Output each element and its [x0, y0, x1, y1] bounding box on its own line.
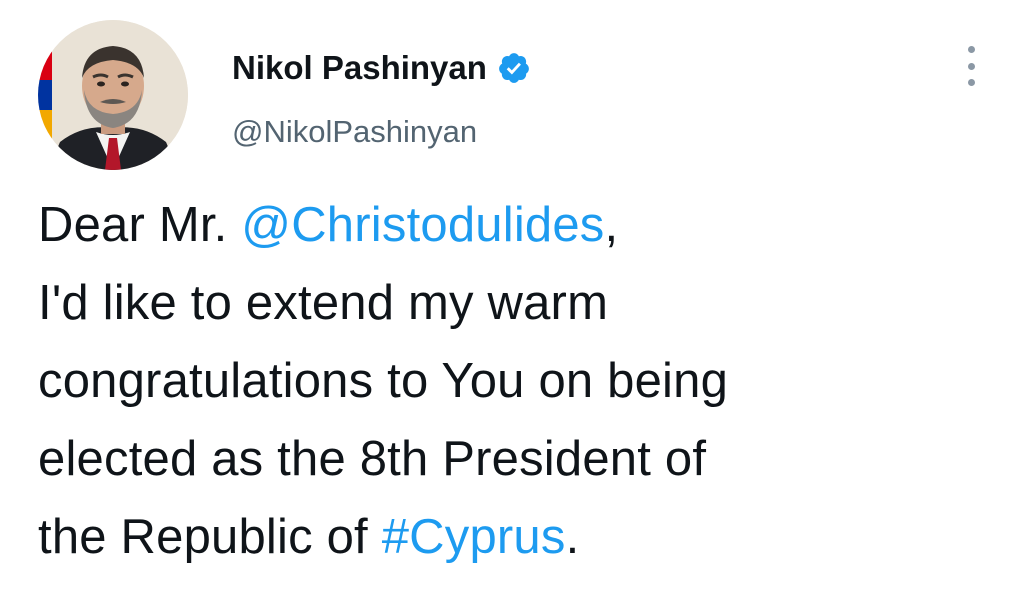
author-handle[interactable]: @NikolPashinyan [232, 114, 531, 150]
name-row: Nikol Pashinyan [232, 48, 531, 88]
more-dot [967, 46, 975, 53]
more-dot [967, 79, 975, 86]
tweet-text-segment: the Republic of [38, 510, 382, 564]
tweet-line-3: congratulations to You on being [38, 354, 729, 408]
tweet-line-4: elected as the 8th President of [38, 432, 707, 486]
tweet-text-segment: , [604, 198, 619, 252]
avatar-image [38, 20, 188, 170]
author-block: Nikol Pashinyan @NikolPashinyan [232, 48, 531, 150]
tweet-card: Nikol Pashinyan @NikolPashinyan Dear Mr.… [0, 0, 1030, 600]
verified-badge-icon [497, 51, 531, 85]
more-dot [967, 62, 975, 70]
tweet-text-segment: Dear Mr. [38, 198, 242, 252]
tweet-line-2: I'd like to extend my warm [38, 276, 609, 330]
hashtag-link[interactable]: #Cyprus [382, 510, 566, 564]
tweet-text: Dear Mr. @Christodulides, I'd like to ex… [38, 186, 998, 576]
tweet-line-1: Dear Mr. @Christodulides, [38, 186, 998, 264]
display-name[interactable]: Nikol Pashinyan [232, 49, 487, 87]
mention-link[interactable]: @Christodulides [241, 198, 604, 252]
more-options-icon[interactable] [958, 46, 984, 86]
avatar[interactable] [38, 20, 188, 170]
tweet-text-segment: . [565, 510, 580, 564]
tweet-line-5: the Republic of #Cyprus. [38, 498, 998, 576]
